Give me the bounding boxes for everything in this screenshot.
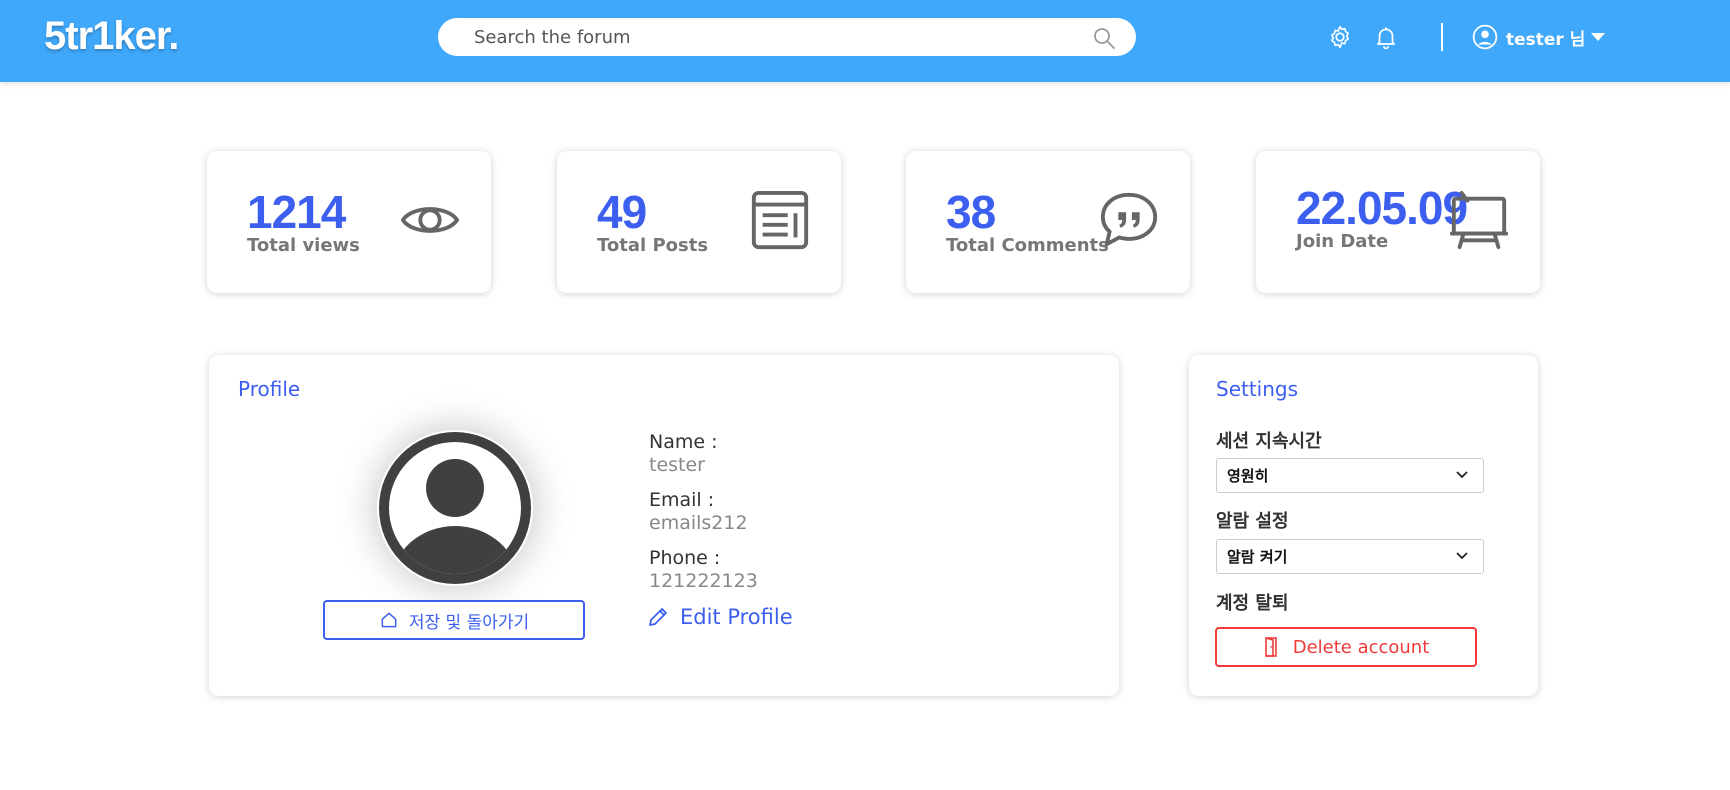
eye-icon: [400, 207, 460, 233]
name-value: tester: [649, 454, 705, 476]
session-duration-value[interactable]: 영원히: [1227, 465, 1268, 486]
user-menu[interactable]: tester 님: [1472, 22, 1606, 52]
email-label: Email :: [649, 489, 715, 511]
edit-profile-label[interactable]: Edit Profile: [680, 605, 793, 629]
caret-down-icon[interactable]: [1591, 33, 1606, 41]
alarm-setting-select[interactable]: 알람 켜기: [1216, 539, 1484, 574]
stat-label: Total views: [247, 235, 360, 256]
session-duration-label: 세션 지속시간: [1216, 431, 1322, 452]
search-icon[interactable]: [1092, 26, 1116, 50]
stat-value: 38: [946, 186, 996, 238]
stat-card-comments: 38 Total Comments: [906, 151, 1190, 293]
avatar: [377, 430, 533, 586]
settings-title: Settings: [1216, 377, 1299, 401]
stat-label: Total Comments: [946, 235, 1109, 256]
newspaper-icon: [751, 190, 809, 250]
save-button-label: 저장 및 돌아가기: [408, 612, 530, 633]
chevron-down-icon[interactable]: [1455, 551, 1469, 561]
stat-value: 22.05.09: [1296, 182, 1468, 234]
email-value: emails212: [649, 512, 748, 534]
door-icon: [1264, 637, 1277, 657]
phone-label: Phone :: [649, 547, 721, 569]
stat-label: Total Posts: [597, 235, 709, 256]
easel-icon: [1449, 190, 1509, 250]
name-label: Name :: [649, 431, 718, 453]
user-avatar-icon: [379, 432, 531, 584]
user-name[interactable]: tester 님: [1506, 25, 1585, 50]
header-divider: [1441, 23, 1443, 51]
site-logo[interactable]: 5tr1ker.: [44, 14, 179, 59]
gear-icon[interactable]: [1327, 24, 1353, 50]
profile-card: Profile 저장 및 돌아가기 Name : tester Email : …: [209, 355, 1119, 696]
search-input[interactable]: [474, 18, 1074, 56]
stat-card-join-date: 22.05.09 Join Date: [1256, 151, 1540, 293]
quote-bubble-icon: [1100, 192, 1158, 247]
delete-account-label: Delete account: [1292, 636, 1430, 658]
profile-title: Profile: [238, 377, 301, 401]
user-avatar-icon: [1472, 24, 1498, 50]
edit-profile-link[interactable]: Edit Profile: [646, 605, 793, 629]
delete-account-section-label: 계정 탈퇴: [1216, 593, 1289, 614]
phone-value: 121222123: [649, 570, 758, 592]
alarm-setting-label: 알람 설정: [1216, 511, 1289, 532]
stat-card-views: 1214 Total views: [207, 151, 491, 293]
pencil-icon: [649, 608, 667, 626]
stat-label: Join Date: [1296, 231, 1389, 252]
chevron-down-icon[interactable]: [1455, 470, 1469, 480]
settings-card: Settings 세션 지속시간 영원히 알람 설정 알람 켜기 계정 탈퇴 D…: [1189, 355, 1538, 696]
bell-icon[interactable]: [1373, 24, 1399, 50]
delete-account-button[interactable]: Delete account: [1215, 627, 1477, 667]
save-and-return-button[interactable]: 저장 및 돌아가기: [323, 600, 585, 640]
top-header: 5tr1ker. tester 님: [0, 0, 1730, 82]
home-icon: [381, 612, 397, 628]
stat-card-posts: 49 Total Posts: [557, 151, 841, 293]
search-bar[interactable]: [438, 18, 1136, 56]
stat-value: 1214: [247, 186, 346, 238]
alarm-setting-value[interactable]: 알람 켜기: [1227, 546, 1287, 567]
session-duration-select[interactable]: 영원히: [1216, 458, 1484, 493]
stat-value: 49: [597, 186, 647, 238]
